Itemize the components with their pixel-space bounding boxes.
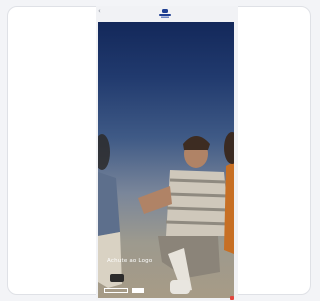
primary-button[interactable] bbox=[104, 288, 128, 293]
top-bar: ‹ bbox=[96, 6, 238, 20]
secondary-button[interactable] bbox=[132, 288, 144, 293]
chevron-left-icon[interactable]: ‹ bbox=[98, 7, 101, 15]
people-illustration bbox=[98, 132, 234, 294]
phone-frame: ‹ Achute ao Logo bbox=[96, 6, 238, 300]
brand-logo-icon bbox=[159, 9, 171, 18]
hero-image: Achute ao Logo bbox=[98, 22, 234, 298]
notification-dot bbox=[230, 296, 234, 300]
hero-headline: Achute ao Logo bbox=[107, 258, 153, 264]
